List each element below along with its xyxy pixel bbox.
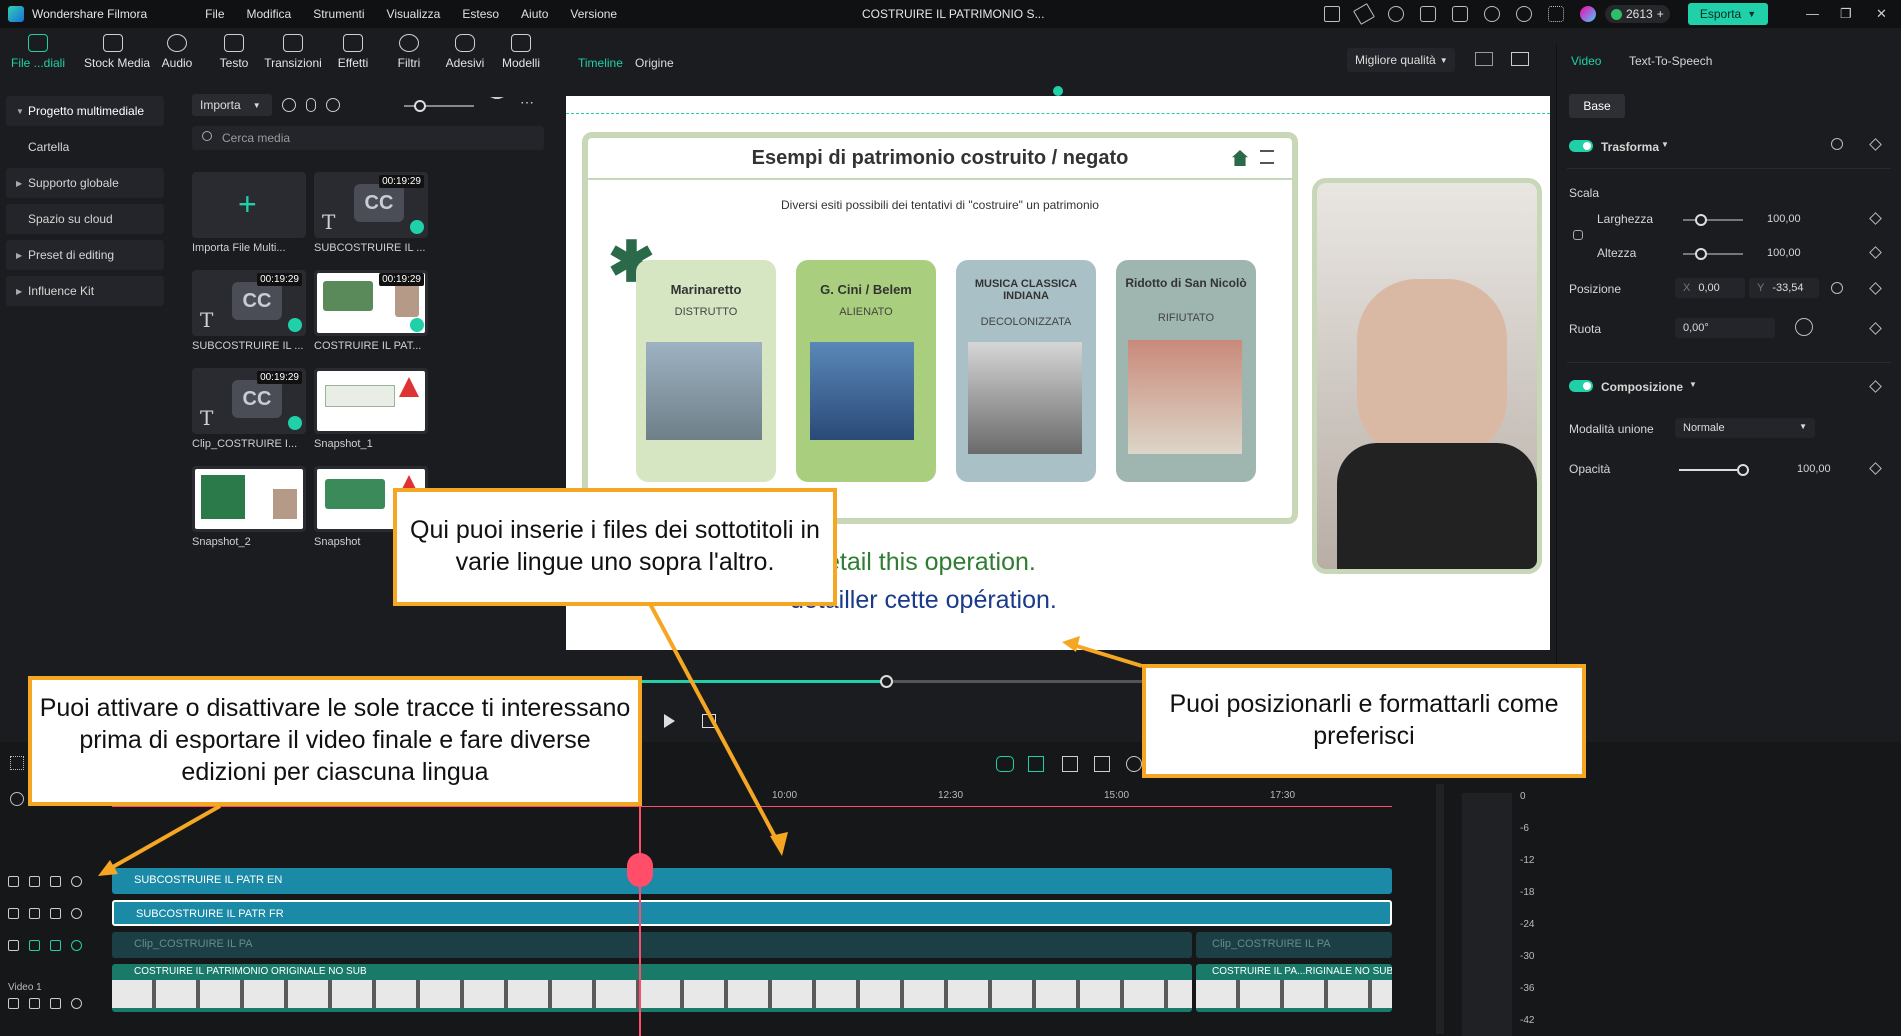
- arrow-subtitles: [646, 599, 784, 851]
- arrow-tracks: [103, 804, 221, 874]
- annotation-arrows: [98, 599, 1143, 876]
- callout-tracks: Puoi attivare o disattivare le sole trac…: [28, 676, 642, 806]
- callout-subtitles: Qui puoi inserie i files dei sottotitoli…: [393, 488, 837, 606]
- arrowhead: [770, 832, 788, 856]
- arrow-position: [1069, 642, 1143, 668]
- arrowhead: [1062, 636, 1080, 652]
- callout-position: Puoi posizionarli e formattarli come pre…: [1142, 664, 1586, 778]
